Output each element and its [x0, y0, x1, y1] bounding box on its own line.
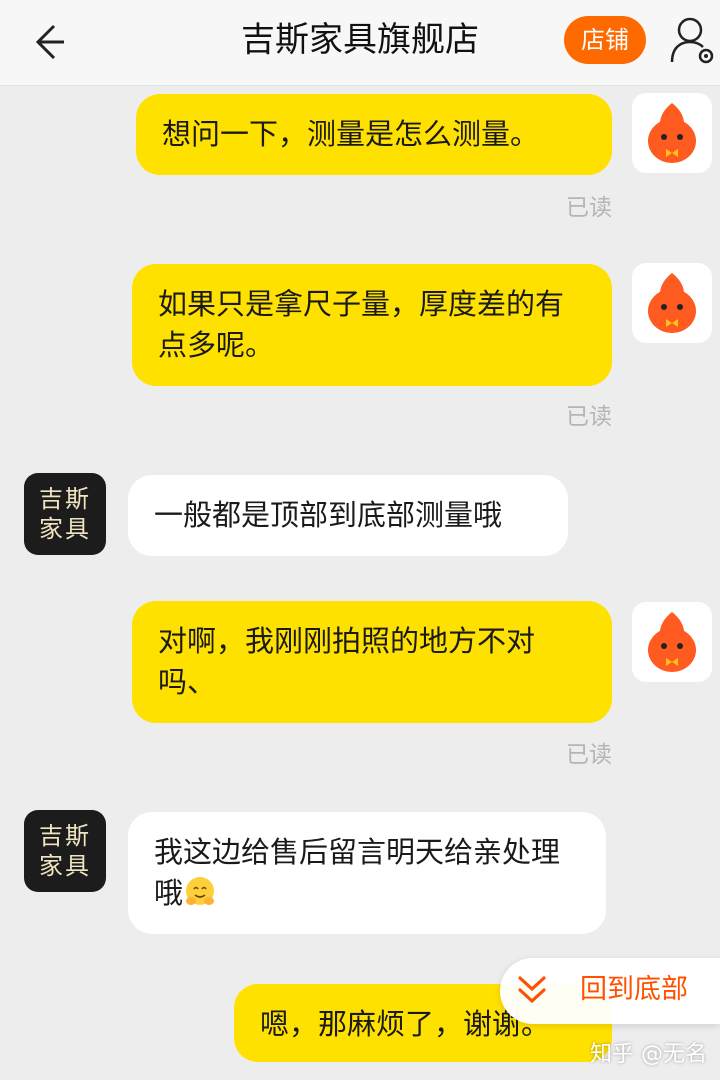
read-status: 已读 — [566, 404, 612, 430]
read-status: 已读 — [566, 195, 612, 221]
my-avatar[interactable] — [632, 602, 712, 682]
orange-mascot-icon — [648, 612, 696, 672]
chat-header: 吉斯家具旗舰店 店铺 — [0, 0, 720, 86]
my-avatar[interactable] — [632, 263, 712, 343]
shop-message-bubble[interactable]: 一般都是顶部到底部测量哦 — [128, 475, 568, 556]
message-text: 一般都是顶部到底部测量哦 — [154, 498, 503, 532]
shop-avatar-line2: 家具 — [39, 515, 91, 543]
back-to-bottom-label: 回到底部 — [580, 974, 688, 1005]
shop-message-bubble[interactable]: 我这边给售后留言明天给亲处理哦 — [128, 812, 606, 934]
my-avatar[interactable] — [632, 93, 712, 173]
message-text: 想问一下，测量是怎么测量。 — [162, 117, 540, 151]
shop-avatar[interactable]: 吉斯 家具 — [24, 810, 106, 892]
my-message-bubble[interactable]: 对啊，我刚刚拍照的地方不对吗、 — [132, 601, 612, 723]
user-settings-icon[interactable] — [668, 14, 716, 66]
orange-mascot-icon — [648, 273, 696, 333]
shop-avatar[interactable]: 吉斯 家具 — [24, 473, 106, 555]
message-text: 如果只是拿尺子量，厚度差的有点多呢。 — [158, 287, 565, 362]
my-message-bubble[interactable]: 如果只是拿尺子量，厚度差的有点多呢。 — [132, 264, 612, 386]
shop-avatar-line1: 吉斯 — [39, 485, 91, 513]
shop-avatar-line2: 家具 — [39, 852, 91, 880]
message-text: 嗯，那麻烦了，谢谢。 — [260, 1007, 551, 1041]
shop-avatar-line1: 吉斯 — [39, 822, 91, 850]
orange-mascot-icon — [648, 103, 696, 163]
message-text: 对啊，我刚刚拍照的地方不对吗、 — [158, 624, 536, 699]
double-chevron-down-icon — [518, 976, 546, 1004]
store-button[interactable]: 店铺 — [564, 16, 646, 64]
my-message-bubble[interactable]: 想问一下，测量是怎么测量。 — [136, 94, 612, 175]
back-to-bottom-button[interactable]: 回到底部 — [500, 958, 720, 1024]
hugging-face-emoji-icon — [186, 877, 215, 905]
watermark-text: 知乎 @无名 — [590, 1042, 707, 1067]
read-status: 已读 — [566, 742, 612, 768]
